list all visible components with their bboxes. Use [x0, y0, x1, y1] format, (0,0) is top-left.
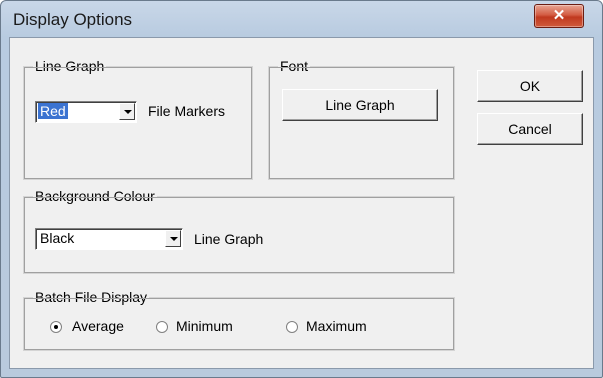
- average-label[interactable]: Average: [72, 318, 124, 334]
- close-button[interactable]: ✕: [534, 4, 584, 28]
- batch-file-display-group: Batch File Display Average Minimum Maxim…: [23, 289, 455, 351]
- background-colour-group: Background Colour Black Line Graph: [23, 188, 455, 274]
- average-radio[interactable]: [50, 321, 62, 333]
- dialog-window: Display Options ✕ Line Graph Red File Ma…: [0, 0, 603, 378]
- ok-button[interactable]: OK: [477, 70, 583, 102]
- maximum-label[interactable]: Maximum: [306, 318, 367, 334]
- cancel-button[interactable]: Cancel: [477, 113, 583, 145]
- line-graph-group-legend: Line Graph: [33, 58, 107, 74]
- file-markers-label: File Markers: [148, 103, 226, 119]
- line-graph-color-combo[interactable]: Red: [35, 101, 137, 123]
- minimum-label[interactable]: Minimum: [176, 318, 233, 334]
- maximum-radio[interactable]: [286, 321, 298, 333]
- line-graph-color-value: Red: [38, 103, 68, 119]
- font-group-legend: Font: [278, 58, 311, 74]
- dialog-client-area: Line Graph Red File Markers Font Line Gr…: [9, 37, 594, 369]
- minimum-radio[interactable]: [156, 321, 168, 333]
- font-line-graph-button[interactable]: Line Graph: [282, 89, 438, 121]
- batch-file-display-legend: Batch File Display: [33, 289, 150, 305]
- chevron-down-icon[interactable]: [119, 103, 135, 120]
- window-title: Display Options: [13, 10, 133, 29]
- background-colour-combo[interactable]: Black: [35, 228, 183, 250]
- chevron-down-icon[interactable]: [165, 230, 181, 247]
- font-group: Font Line Graph: [268, 58, 455, 180]
- line-graph-group: Line Graph Red File Markers: [23, 58, 253, 180]
- close-icon: ✕: [552, 7, 566, 24]
- title-bar[interactable]: Display Options ✕: [1, 1, 602, 37]
- background-line-graph-label: Line Graph: [194, 231, 264, 247]
- background-colour-value: Black: [40, 230, 75, 246]
- background-colour-group-legend: Background Colour: [33, 188, 157, 204]
